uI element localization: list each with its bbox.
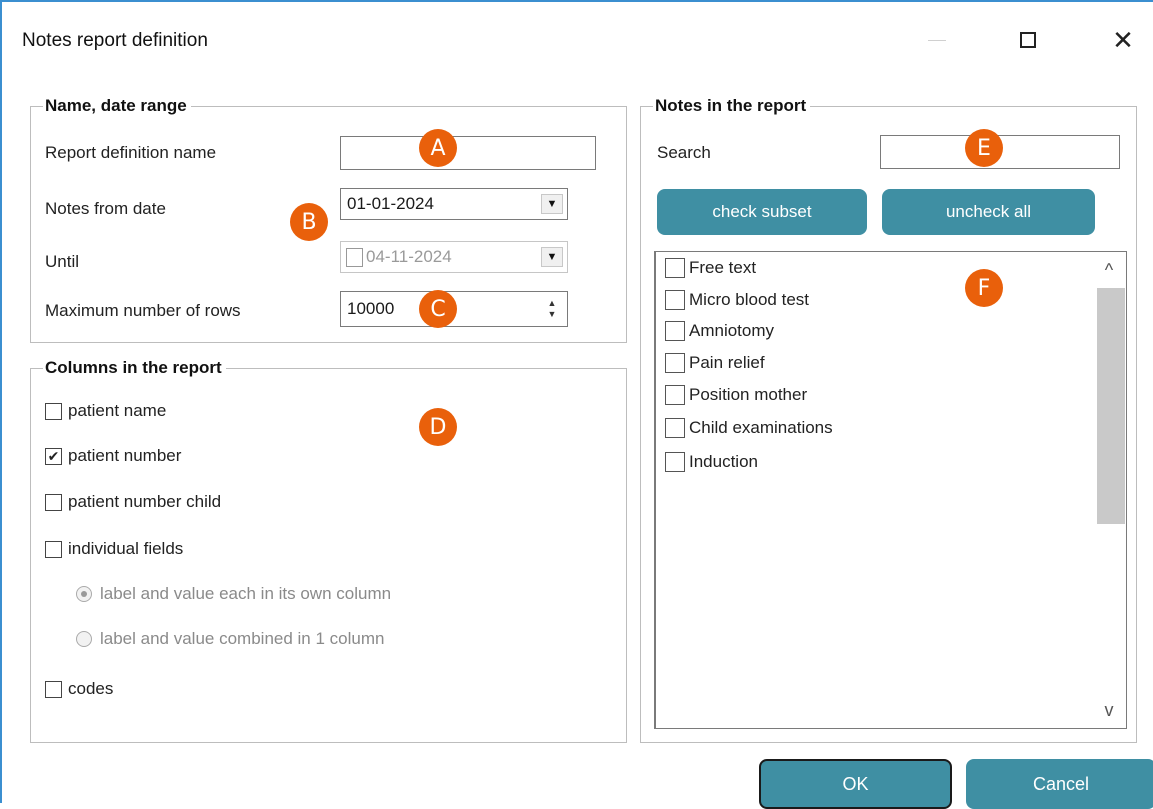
list-item-label: Micro blood test (689, 290, 809, 309)
list-item[interactable]: Micro blood test (665, 290, 809, 310)
from-date-picker[interactable]: 01-01-2024 ▼ (340, 188, 568, 220)
checkbox[interactable] (665, 452, 685, 472)
chevron-down-icon[interactable]: ▼ (541, 247, 563, 267)
until-checkbox[interactable] (346, 247, 363, 267)
annotation-marker-d: D (419, 408, 457, 446)
annotation-marker-b: B (290, 203, 328, 241)
title-bar: Notes report definition ✕ (2, 2, 1153, 82)
spin-arrows-icon[interactable]: ▲ ▼ (543, 296, 561, 322)
column-option-patient-number-child[interactable]: patient number child (45, 492, 221, 512)
ok-button[interactable]: OK (759, 759, 952, 809)
checkbox[interactable] (665, 258, 685, 278)
annotation-marker-a: A (419, 129, 457, 167)
notes-legend: Notes in the report (653, 96, 811, 116)
list-scrollbar[interactable]: ^ v (1092, 252, 1126, 728)
radio-combined-column[interactable]: label and value combined in 1 column (76, 629, 384, 649)
list-item-label: Pain relief (689, 353, 765, 372)
minimize-icon (928, 39, 946, 41)
scroll-up-icon[interactable]: ^ (1092, 256, 1126, 284)
option-label: codes (68, 679, 114, 698)
max-rows-label: Maximum number of rows (45, 301, 241, 320)
checkbox[interactable] (665, 418, 685, 438)
close-button[interactable]: ✕ (1100, 20, 1146, 60)
report-name-label: Report definition name (45, 143, 217, 162)
radio-label: label and value each in its own column (100, 584, 392, 603)
list-item-label: Free text (689, 258, 757, 277)
chevron-down-icon[interactable]: ▼ (541, 194, 563, 214)
option-label: patient number (68, 446, 182, 465)
report-name-input[interactable] (340, 136, 596, 170)
list-item[interactable]: Position mother (665, 385, 807, 405)
until-date-picker[interactable]: 04-11-2024 ▼ (340, 241, 568, 273)
checkbox[interactable] (665, 321, 685, 341)
radio-label: label and value combined in 1 column (100, 629, 385, 648)
from-date-value: 01-01-2024 (347, 194, 434, 213)
column-option-individual-fields[interactable]: individual fields (45, 539, 183, 559)
column-option-codes[interactable]: codes (45, 679, 113, 699)
checkbox[interactable] (665, 290, 685, 310)
annotation-marker-c: C (419, 290, 457, 328)
close-icon: ✕ (1112, 25, 1134, 55)
checkbox-checked[interactable]: ✔ (45, 447, 62, 465)
list-item[interactable]: Amniotomy (665, 321, 774, 341)
list-item[interactable]: Pain relief (665, 353, 765, 373)
check-subset-button[interactable]: check subset (657, 189, 867, 235)
checkbox[interactable] (665, 353, 685, 373)
checkbox[interactable] (665, 385, 685, 405)
name-date-legend: Name, date range (43, 96, 191, 116)
uncheck-all-button[interactable]: uncheck all (882, 189, 1095, 235)
columns-legend: Columns in the report (43, 358, 226, 378)
option-label: patient name (68, 401, 167, 420)
annotation-marker-e: E (965, 129, 1003, 167)
annotation-marker-f: F (965, 269, 1003, 307)
checkbox[interactable] (45, 402, 62, 420)
list-item-label: Position mother (689, 385, 808, 404)
dialog-window: Notes report definition ✕ Name, date ran… (0, 0, 1153, 809)
list-item[interactable]: Free text (665, 258, 756, 278)
list-item-label: Amniotomy (689, 321, 775, 340)
checkbox[interactable] (45, 680, 62, 698)
minimize-button[interactable] (914, 20, 960, 60)
scroll-thumb[interactable] (1097, 288, 1125, 524)
until-label: Until (45, 252, 80, 271)
list-item[interactable]: Child examinations (665, 418, 833, 438)
radio-selected-icon[interactable] (76, 586, 92, 602)
window-title: Notes report definition (22, 30, 208, 51)
list-item-label: Induction (689, 452, 758, 471)
column-option-patient-number[interactable]: ✔ patient number (45, 446, 181, 466)
radio-own-column[interactable]: label and value each in its own column (76, 584, 391, 604)
search-label: Search (657, 143, 711, 162)
option-label: patient number child (68, 492, 222, 511)
radio-unselected-icon[interactable] (76, 631, 92, 647)
checkbox[interactable] (45, 540, 62, 558)
maximize-button[interactable] (1005, 20, 1051, 60)
option-label: individual fields (68, 539, 184, 558)
list-item[interactable]: Induction (665, 452, 758, 472)
until-date-value: 04-11-2024 (366, 247, 452, 266)
scroll-down-icon[interactable]: v (1092, 696, 1126, 724)
checkbox[interactable] (45, 493, 62, 511)
column-option-patient-name[interactable]: patient name (45, 401, 166, 421)
cancel-button[interactable]: Cancel (966, 759, 1153, 809)
list-item-label: Child examinations (689, 418, 833, 437)
from-date-label: Notes from date (45, 199, 166, 218)
maximize-icon (1020, 32, 1036, 48)
notes-list[interactable]: Free text Micro blood test Amniotomy Pai… (654, 251, 1127, 729)
